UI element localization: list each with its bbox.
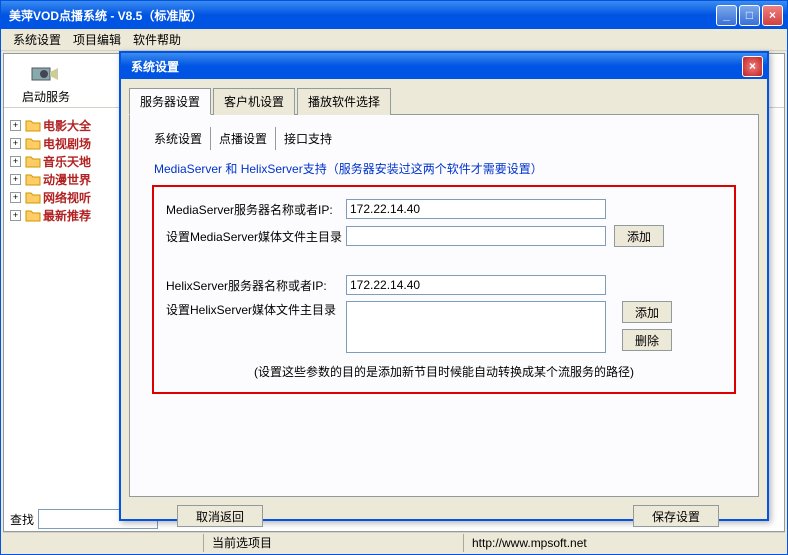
dialog-close-button[interactable]: × — [742, 56, 763, 77]
status-url: http://www.mpsoft.net — [463, 534, 595, 552]
folder-icon — [25, 154, 41, 168]
helix-add-button[interactable]: 添加 — [622, 301, 672, 323]
search-label: 查找 — [10, 511, 34, 528]
settings-dialog: 系统设置 × 服务器设置 客户机设置 播放软件选择 系统设置 点播设置 接口支持… — [119, 51, 769, 521]
menubar: 系统设置 项目编辑 软件帮助 — [1, 29, 787, 51]
folder-icon — [25, 208, 41, 222]
folder-icon — [25, 190, 41, 204]
expand-icon[interactable]: + — [10, 192, 21, 203]
tab-player[interactable]: 播放软件选择 — [297, 88, 391, 115]
main-titlebar: 美萍VOD点播系统 - V8.5（标准版） _ □ × — [1, 1, 787, 29]
sub-tabs: 系统设置 点播设置 接口支持 — [146, 127, 742, 150]
expand-icon[interactable]: + — [10, 174, 21, 185]
helix-ip-label: HelixServer服务器名称或者IP: — [166, 277, 346, 294]
expand-icon[interactable]: + — [10, 138, 21, 149]
menu-system[interactable]: 系统设置 — [7, 31, 67, 48]
expand-icon[interactable]: + — [10, 120, 21, 131]
subtab-system[interactable]: 系统设置 — [146, 127, 211, 150]
cancel-button[interactable]: 取消返回 — [177, 505, 263, 527]
statusbar: 当前选项目 http://www.mpsoft.net — [3, 532, 785, 552]
tab-server[interactable]: 服务器设置 — [129, 88, 211, 115]
helix-dir-list[interactable] — [346, 301, 606, 353]
main-window: 美萍VOD点播系统 - V8.5（标准版） _ □ × 系统设置 项目编辑 软件… — [0, 0, 788, 555]
status-current: 当前选项目 — [203, 534, 463, 552]
media-dir-input[interactable] — [346, 226, 606, 246]
expand-icon[interactable]: + — [10, 210, 21, 221]
subtab-vod[interactable]: 点播设置 — [211, 127, 276, 150]
menu-help[interactable]: 软件帮助 — [127, 31, 187, 48]
maximize-button[interactable]: □ — [739, 5, 760, 26]
helix-ip-input[interactable] — [346, 275, 606, 295]
dialog-footer: 取消返回 保存设置 — [129, 497, 759, 527]
folder-icon — [25, 118, 41, 132]
minimize-button[interactable]: _ — [716, 5, 737, 26]
folder-icon — [25, 136, 41, 150]
helix-del-button[interactable]: 删除 — [622, 329, 672, 351]
tab-client[interactable]: 客户机设置 — [213, 88, 295, 115]
helix-dir-label: 设置HelixServer媒体文件主目录 — [166, 301, 346, 318]
subtab-port[interactable]: 接口支持 — [276, 127, 340, 150]
close-button[interactable]: × — [762, 5, 783, 26]
start-service-button[interactable]: 启动服务 — [14, 58, 78, 107]
settings-hint: (设置这些参数的目的是添加新节目时候能自动转换成某个流服务的路径) — [166, 363, 722, 380]
media-add-button[interactable]: 添加 — [614, 225, 664, 247]
dialog-titlebar: 系统设置 × — [121, 53, 767, 79]
save-button[interactable]: 保存设置 — [633, 505, 719, 527]
top-tabs: 服务器设置 客户机设置 播放软件选择 — [129, 87, 759, 115]
media-ip-input[interactable] — [346, 199, 606, 219]
media-dir-label: 设置MediaServer媒体文件主目录 — [166, 228, 346, 245]
expand-icon[interactable]: + — [10, 156, 21, 167]
dialog-title: 系统设置 — [125, 58, 742, 75]
settings-group: MediaServer服务器名称或者IP: 设置MediaServer媒体文件主… — [152, 185, 736, 394]
folder-icon — [25, 172, 41, 186]
start-service-label: 启动服务 — [22, 88, 70, 105]
tab-panel: 系统设置 点播设置 接口支持 MediaServer 和 HelixServer… — [129, 115, 759, 497]
menu-project[interactable]: 项目编辑 — [67, 31, 127, 48]
camera-icon — [30, 60, 62, 88]
media-ip-label: MediaServer服务器名称或者IP: — [166, 201, 346, 218]
window-title: 美萍VOD点播系统 - V8.5（标准版） — [5, 7, 716, 24]
group-title: MediaServer 和 HelixServer支持（服务器安装过这两个软件才… — [154, 160, 734, 177]
